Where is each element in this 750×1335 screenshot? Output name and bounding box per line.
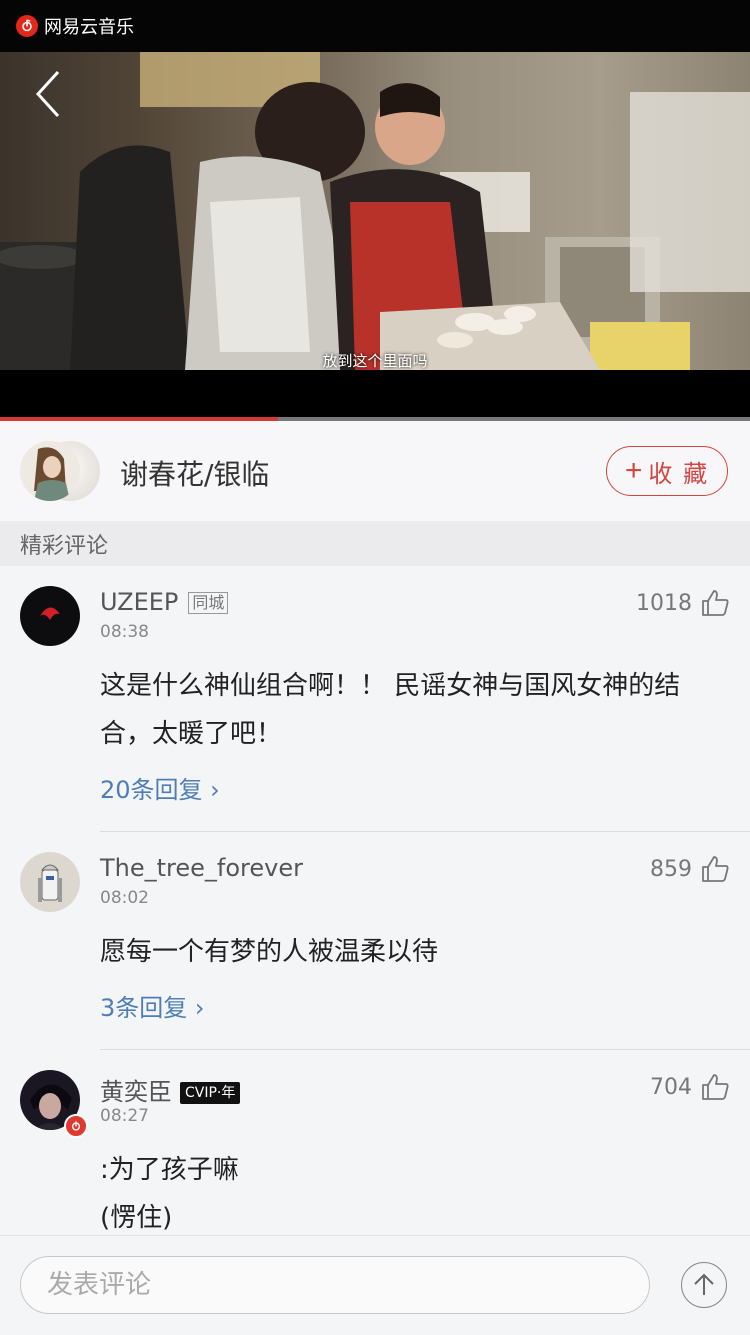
section-title: 精彩评论 (20, 533, 109, 559)
replies-link[interactable]: 3条回复 › (100, 988, 205, 1023)
comment-username[interactable]: 黄奕臣 CVIP·年 (100, 1072, 241, 1107)
comment-time: 08:02 (100, 888, 149, 908)
like-count: 704 (650, 1074, 692, 1100)
avatar[interactable] (20, 1070, 88, 1138)
vip-badge: CVIP·年 (180, 1082, 241, 1104)
plus-icon: + (624, 454, 645, 487)
video-frame[interactable] (0, 52, 750, 370)
collect-label: 收 藏 (648, 460, 710, 488)
location-badge: 同城 (188, 592, 229, 614)
musician-badge-icon (64, 1114, 88, 1138)
replies-link[interactable]: 20条回复 › (100, 770, 220, 805)
collect-button[interactable]: + 收 藏 (606, 446, 728, 496)
comment-text-line: :为了孩子嘛 (100, 1155, 239, 1185)
arrow-up-icon (694, 1273, 714, 1295)
username-text: 黄奕臣 (100, 1078, 172, 1106)
singer-avatar-primary[interactable] (20, 441, 80, 501)
like-button[interactable]: 1018 (636, 588, 730, 618)
comment-time: 08:27 (100, 1106, 149, 1126)
comment-time: 08:38 (100, 622, 149, 642)
username-text: The_tree_forever (100, 854, 303, 882)
comment-input-bar (0, 1235, 750, 1335)
comment-item: UZEEP 同城 08:38 1018 这是什么神仙组合啊！！ 民谣女神与国风女神… (0, 566, 750, 832)
thumbs-up-icon (702, 856, 729, 882)
singer-name[interactable]: 谢春花/银临 (120, 453, 269, 493)
like-button[interactable]: 704 (650, 1072, 730, 1102)
section-header: 精彩评论 (0, 521, 750, 566)
comment-username[interactable]: The_tree_forever (100, 854, 303, 882)
back-chevron-icon (35, 70, 60, 118)
like-button[interactable]: 859 (650, 854, 730, 884)
avatar[interactable] (20, 852, 80, 912)
comment-text: :为了孩子嘛 (愣住) (100, 1146, 730, 1235)
video-subtitle: 放到这个里面吗 (322, 352, 428, 370)
status-bar: 网易云音乐 (0, 0, 750, 52)
scroll-to-top-button[interactable] (681, 1262, 727, 1308)
app-name: 网易云音乐 (44, 17, 134, 38)
like-count: 1018 (636, 590, 692, 616)
comment-item: 黄奕臣 CVIP·年 08:27 704 :为了孩子嘛 (愣住) (0, 1050, 750, 1235)
netease-logo-icon (16, 15, 38, 37)
thumbs-up-icon (702, 590, 729, 616)
comment-input[interactable] (20, 1256, 650, 1314)
comment-text: 这是什么神仙组合啊！！ 民谣女神与国风女神的结合，太暖了吧！ (100, 671, 681, 749)
comment-text: 愿每一个有梦的人被温柔以待 (100, 937, 439, 967)
back-button[interactable] (30, 66, 70, 122)
username-text: UZEEP (100, 588, 179, 616)
comment-item: The_tree_forever 08:02 859 愿每一个有梦的人被温柔以待… (0, 832, 750, 1050)
comment-text-line: (愣住) (100, 1203, 173, 1233)
thumbs-up-icon (702, 1074, 729, 1100)
like-count: 859 (650, 856, 692, 882)
singer-row: 谢春花/银临 + 收 藏 (0, 421, 750, 521)
comment-username[interactable]: UZEEP 同城 (100, 588, 229, 616)
video-player[interactable]: 网易云音乐 放到这个里面吗 (0, 0, 750, 418)
avatar[interactable] (20, 586, 80, 646)
